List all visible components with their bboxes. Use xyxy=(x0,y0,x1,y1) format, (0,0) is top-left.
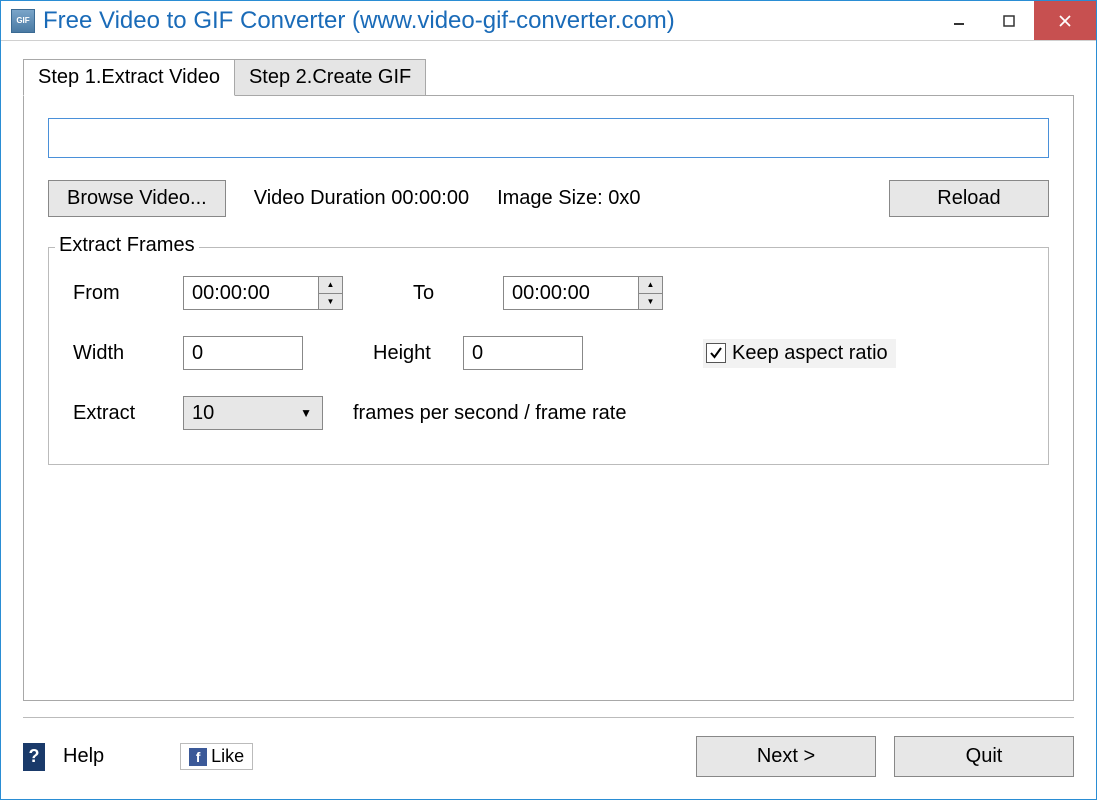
extract-label: Extract xyxy=(73,402,153,425)
video-duration-label: Video Duration 00:00:00 xyxy=(254,187,469,210)
title-bar[interactable]: GIF Free Video to GIF Converter (www.vid… xyxy=(1,1,1096,41)
quit-button[interactable]: Quit xyxy=(894,736,1074,777)
tab-step1[interactable]: Step 1.Extract Video xyxy=(23,59,235,96)
bottom-bar: ? Help f Like Next > Quit xyxy=(23,717,1074,799)
fps-select[interactable]: 10 ▼ xyxy=(183,396,323,430)
height-label: Height xyxy=(373,342,433,365)
help-label[interactable]: Help xyxy=(63,745,104,768)
from-label: From xyxy=(73,282,153,305)
keep-aspect-wrap[interactable]: Keep aspect ratio xyxy=(703,339,896,368)
next-button[interactable]: Next > xyxy=(696,736,876,777)
browse-video-button[interactable]: Browse Video... xyxy=(48,180,226,217)
keep-aspect-checkbox[interactable] xyxy=(706,343,726,363)
minimize-button[interactable] xyxy=(934,1,984,40)
to-time-input[interactable]: 00:00:00 ▲ ▼ xyxy=(503,276,663,310)
from-time-value: 00:00:00 xyxy=(184,282,318,305)
content-area: Step 1.Extract Video Step 2.Create GIF B… xyxy=(1,41,1096,701)
image-size-label: Image Size: 0x0 xyxy=(497,187,640,210)
to-spin-down[interactable]: ▼ xyxy=(639,294,662,310)
app-window: GIF Free Video to GIF Converter (www.vid… xyxy=(0,0,1097,800)
close-button[interactable] xyxy=(1034,1,1096,40)
extract-frames-group: Extract Frames From 00:00:00 ▲ ▼ To 00:0… xyxy=(48,247,1049,465)
extract-frames-title: Extract Frames xyxy=(55,234,199,257)
from-spin-down[interactable]: ▼ xyxy=(319,294,342,310)
fps-value: 10 xyxy=(192,402,214,425)
app-icon: GIF xyxy=(11,9,35,33)
maximize-button[interactable] xyxy=(984,1,1034,40)
from-spin-up[interactable]: ▲ xyxy=(319,277,342,294)
like-label: Like xyxy=(211,746,244,767)
width-label: Width xyxy=(73,342,153,365)
video-path-input[interactable] xyxy=(48,118,1049,158)
tab-bar: Step 1.Extract Video Step 2.Create GIF xyxy=(23,59,1074,96)
to-spin-up[interactable]: ▲ xyxy=(639,277,662,294)
facebook-like-button[interactable]: f Like xyxy=(180,743,253,770)
tab-step2[interactable]: Step 2.Create GIF xyxy=(235,59,426,96)
reload-button[interactable]: Reload xyxy=(889,180,1049,217)
fps-suffix-label: frames per second / frame rate xyxy=(353,402,626,425)
chevron-down-icon: ▼ xyxy=(300,406,312,420)
window-title: Free Video to GIF Converter (www.video-g… xyxy=(43,7,934,35)
width-input[interactable] xyxy=(183,336,303,370)
height-input[interactable] xyxy=(463,336,583,370)
to-label: To xyxy=(413,282,473,305)
keep-aspect-label: Keep aspect ratio xyxy=(732,342,888,365)
facebook-icon: f xyxy=(189,748,207,766)
from-time-input[interactable]: 00:00:00 ▲ ▼ xyxy=(183,276,343,310)
tab-panel-step1: Browse Video... Video Duration 00:00:00 … xyxy=(23,95,1074,701)
to-time-value: 00:00:00 xyxy=(504,282,638,305)
help-icon[interactable]: ? xyxy=(23,743,45,771)
